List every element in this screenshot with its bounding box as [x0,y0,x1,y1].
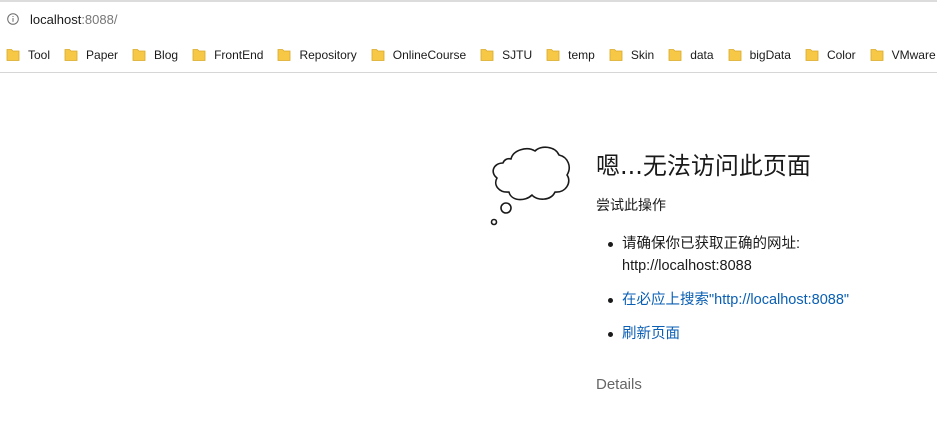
bookmark-frontend[interactable]: FrontEnd [192,41,263,69]
folder-icon [64,49,78,61]
bookmark-temp[interactable]: temp [546,41,595,69]
bookmark-label: Skin [630,47,655,62]
bookmark-repository[interactable]: Repository [277,41,357,69]
bookmark-skin[interactable]: Skin [609,41,654,69]
folder-icon [805,49,819,61]
bookmark-sjtu[interactable]: SJTU [480,41,532,69]
check-url-address: http://localhost:8088 [622,258,752,274]
folder-icon [278,49,291,61]
bookmark-blog[interactable]: Blog [132,41,178,69]
list-item-check-url: 请确保你已获取正确的网址: http://localhost:8088 [596,233,926,277]
folder-icon [192,49,206,61]
bookmark-label: OnlineCourse [392,47,467,62]
url-host: localhost [30,12,82,27]
folder-icon [609,49,623,61]
suggestion-list: 请确保你已获取正确的网址: http://localhost:8088 在必应上… [596,233,926,345]
folder-icon [480,49,494,61]
page-subtitle: 尝试此操作 [596,197,666,213]
url-path: :8088/ [81,12,118,27]
bookmark-label: FrontEnd [214,47,264,62]
bookmark-label: data [690,47,714,62]
refresh-link[interactable]: 刷新页面 [622,326,680,342]
bookmark-tool[interactable]: Tool [6,41,50,69]
bookmark-label: bigData [749,47,791,62]
bookmark-color[interactable]: Color [805,41,856,69]
folder-icon [371,49,385,61]
bookmarks-bar: Tool Paper Blog FrontEnd Repository OnlineCou… [0,37,937,73]
bookmark-label: Blog [154,47,179,62]
address-bar[interactable]: localhost:8088/ [0,2,937,37]
url-text[interactable]: localhost:8088/ [30,11,117,29]
folder-icon [668,49,682,61]
bookmark-label: VMware [891,47,936,62]
bookmark-label: temp [568,47,595,62]
bookmark-data[interactable]: data [668,41,714,69]
list-item-search: 在必应上搜索"http://localhost:8088" [596,289,926,311]
check-url-text: 请确保你已获取正确的网址: [622,236,801,252]
folder-icon [546,49,560,61]
search-bing-link[interactable]: 在必应上搜索"http://localhost:8088" [622,292,849,308]
bookmark-label: Repository [299,47,357,62]
folder-icon [6,49,20,61]
bookmark-paper[interactable]: Paper [64,41,118,69]
details-toggle[interactable]: Details [596,374,642,396]
bookmark-onlinecourse[interactable]: OnlineCourse [371,41,466,69]
folder-icon [870,49,884,61]
folder-icon [728,49,741,61]
thought-cloud-icon [490,146,570,226]
page-title: 嗯...无法访问此页面 [596,152,811,180]
bookmark-label: Color [826,47,856,62]
bookmark-vmware[interactable]: VMware [870,41,936,69]
list-item-refresh: 刷新页面 [596,323,926,345]
bookmark-label: Tool [28,47,51,62]
bookmark-label: Paper [86,47,119,62]
bookmark-bigdata[interactable]: bigData [728,41,791,69]
info-icon[interactable] [7,13,19,25]
bookmark-label: SJTU [502,47,533,62]
folder-icon [132,49,146,61]
